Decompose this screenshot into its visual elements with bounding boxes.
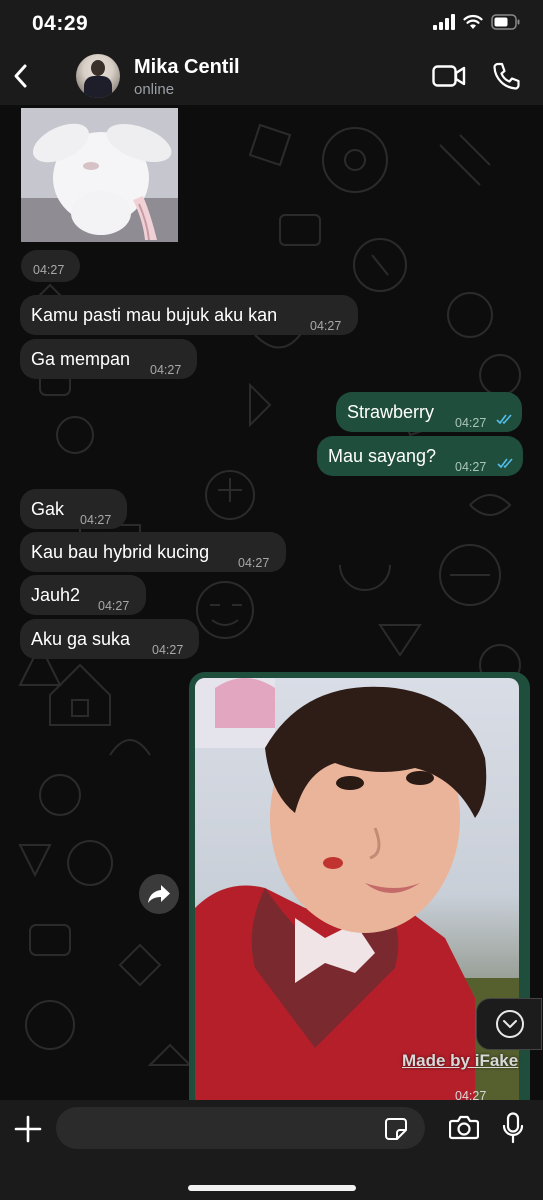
sticker-image[interactable] bbox=[21, 108, 178, 242]
message-text: Aku ga suka bbox=[31, 629, 131, 649]
message-text: Gak bbox=[31, 499, 65, 519]
attach-plus-icon[interactable] bbox=[14, 1115, 42, 1143]
wifi-icon bbox=[463, 14, 483, 29]
message-bubble-incoming[interactable]: Aku ga suka 04:27 bbox=[20, 619, 199, 659]
contact-avatar[interactable] bbox=[76, 54, 120, 98]
message-time: 04:27 bbox=[98, 599, 130, 613]
message-input[interactable] bbox=[56, 1107, 425, 1149]
message-time: 04:27 bbox=[310, 319, 342, 333]
video-call-icon[interactable] bbox=[432, 63, 466, 89]
scroll-to-bottom-button[interactable] bbox=[476, 998, 542, 1050]
contact-status: online bbox=[134, 81, 175, 98]
phone-call-icon[interactable] bbox=[492, 61, 520, 91]
chat-header: Mika Centil online bbox=[0, 48, 543, 106]
photo-graphic bbox=[195, 678, 519, 1100]
home-indicator[interactable] bbox=[188, 1185, 356, 1191]
battery-icon bbox=[491, 14, 520, 30]
message-time: 04:27 bbox=[33, 263, 65, 277]
message-bubble-incoming[interactable]: Kau bau hybrid kucing 04:27 bbox=[20, 532, 286, 572]
message-text: Ga mempan bbox=[31, 349, 131, 369]
message-time: 04:27 bbox=[152, 643, 184, 657]
chevron-down-icon bbox=[496, 1010, 524, 1038]
message-time-chip: 04:27 bbox=[21, 250, 80, 282]
message-time: 04:27 bbox=[455, 416, 487, 430]
chat-area[interactable]: 04:27 Kamu pasti mau bujuk aku kan 04:27… bbox=[0, 105, 543, 1100]
camera-icon[interactable] bbox=[449, 1114, 479, 1140]
status-bar: 04:29 bbox=[0, 0, 543, 48]
message-time: 04:27 bbox=[238, 556, 270, 570]
sticker-icon[interactable] bbox=[384, 1117, 408, 1141]
microphone-icon[interactable] bbox=[502, 1112, 524, 1144]
forward-arrow-icon bbox=[148, 885, 170, 903]
message-text: Jauh2 bbox=[31, 585, 81, 605]
message-text: Mau sayang? bbox=[328, 446, 437, 466]
photo-image[interactable] bbox=[195, 678, 519, 1100]
message-bubble-incoming[interactable]: Ga mempan 04:27 bbox=[20, 339, 197, 379]
message-bubble-incoming[interactable]: Kamu pasti mau bujuk aku kan 04:27 bbox=[20, 295, 358, 335]
cellular-signal-icon bbox=[433, 14, 455, 30]
message-bubble-outgoing[interactable]: Strawberry 04:27 bbox=[336, 392, 522, 432]
message-time: 04:27 bbox=[455, 1089, 487, 1100]
read-receipt-icon bbox=[496, 414, 512, 425]
status-icons bbox=[433, 14, 521, 30]
status-time: 04:29 bbox=[32, 12, 89, 35]
bunny-sticker-graphic bbox=[21, 108, 178, 242]
read-receipt-icon bbox=[497, 458, 513, 469]
message-input-bar bbox=[0, 1100, 543, 1200]
message-bubble-incoming[interactable]: Jauh2 04:27 bbox=[20, 575, 146, 615]
message-time: 04:27 bbox=[455, 460, 487, 474]
contact-name[interactable]: Mika Centil bbox=[134, 56, 240, 79]
message-bubble-incoming[interactable]: Gak 04:27 bbox=[20, 489, 127, 529]
message-time: 04:27 bbox=[80, 513, 112, 527]
message-text: Strawberry bbox=[347, 402, 435, 422]
message-time: 04:27 bbox=[150, 363, 182, 377]
message-text: Kamu pasti mau bujuk aku kan bbox=[31, 305, 278, 325]
forward-button[interactable] bbox=[139, 874, 179, 914]
message-bubble-outgoing[interactable]: Mau sayang? 04:27 bbox=[317, 436, 523, 476]
message-text: Kau bau hybrid kucing bbox=[31, 542, 210, 562]
back-button[interactable] bbox=[10, 60, 32, 92]
watermark-text: Made by iFake bbox=[402, 1051, 519, 1070]
